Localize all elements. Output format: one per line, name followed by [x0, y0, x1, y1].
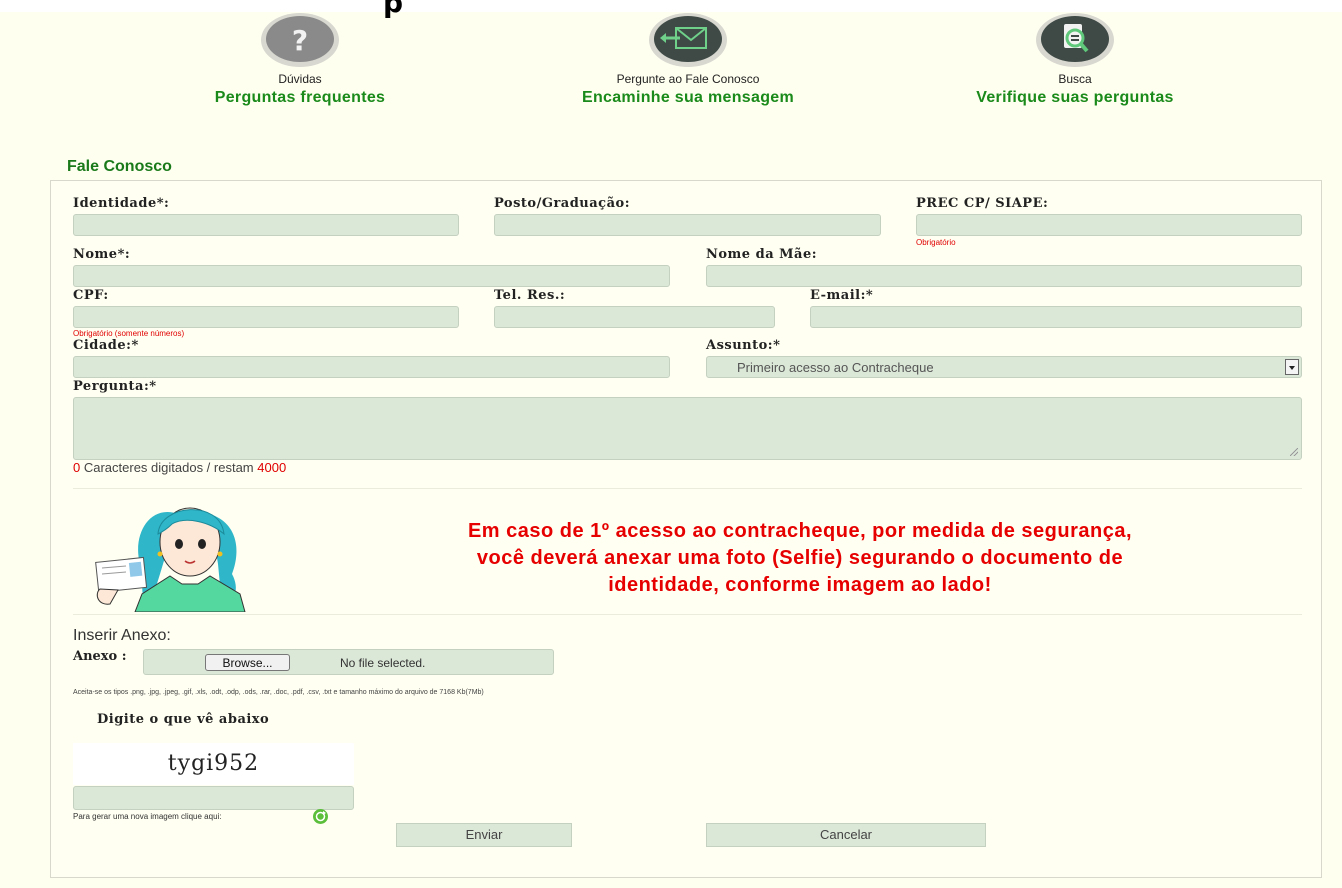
captcha-input[interactable]	[73, 786, 354, 810]
email-field[interactable]	[810, 306, 1302, 328]
card-contact-title: Pergunte ao Fale Conosco	[616, 72, 760, 86]
card-search-link[interactable]: Verifique suas perguntas	[895, 89, 1255, 107]
divider	[73, 614, 1302, 615]
card-faq-link[interactable]: Perguntas frequentes	[120, 89, 480, 107]
accepted-types-note: Aceita-se os tipos .png, .jpg, .jpeg, .g…	[73, 689, 484, 696]
captcha-refresh-text: Para gerar uma nova imagem clique aqui:	[73, 812, 222, 821]
cpf-field[interactable]	[73, 306, 459, 328]
top-strip	[0, 0, 1342, 12]
submit-button[interactable]: Enviar	[396, 823, 572, 847]
captcha-title: Digite o que vê abaixo	[97, 712, 270, 727]
cpf-label: CPF:	[73, 288, 109, 303]
selfie-illustration	[90, 494, 270, 613]
identidade-field[interactable]	[73, 214, 459, 236]
nome-mae-label: Nome da Mãe:	[706, 247, 818, 262]
nome-label: Nome*:	[73, 247, 131, 262]
assunto-label: Assunto:*	[706, 338, 781, 353]
envelope-icon[interactable]	[648, 12, 728, 68]
resize-grip-icon[interactable]	[1290, 448, 1298, 456]
cidade-label: Cidade:*	[73, 338, 139, 353]
tel-field[interactable]	[494, 306, 775, 328]
nome-mae-field[interactable]	[706, 265, 1302, 287]
selfie-warning: Em caso de 1º acesso ao contracheque, po…	[300, 518, 1300, 599]
attachment-label: Anexo :	[73, 649, 127, 664]
file-status: No file selected.	[340, 656, 426, 670]
warning-line-2: você deverá anexar uma foto (Selfie) seg…	[476, 547, 1124, 569]
search-document-icon[interactable]	[1035, 12, 1115, 68]
svg-text:?: ?	[292, 24, 308, 57]
captcha-image: tygi952	[73, 743, 354, 785]
attachment-title: Inserir Anexo:	[73, 627, 171, 644]
shortcut-cards: ? Dúvidas Perguntas frequentes Pergunte …	[0, 12, 1342, 132]
email-label: E-mail:*	[810, 288, 874, 303]
posto-field[interactable]	[494, 214, 881, 236]
assunto-selected-value: Primeiro acesso ao Contracheque	[737, 360, 934, 375]
divider	[73, 488, 1302, 489]
assunto-select[interactable]: Primeiro acesso ao Contracheque	[706, 356, 1302, 378]
tel-label: Tel. Res.:	[494, 288, 566, 303]
warning-line-1: Em caso de 1º acesso ao contracheque, po…	[467, 520, 1133, 542]
question-icon[interactable]: ?	[260, 12, 340, 68]
cancel-button[interactable]: Cancelar	[706, 823, 986, 847]
pergunta-label: Pergunta:*	[73, 379, 157, 394]
cidade-field[interactable]	[73, 356, 670, 378]
prec-field[interactable]	[916, 214, 1302, 236]
char-count-remaining: 4000	[257, 460, 287, 475]
refresh-icon[interactable]	[313, 809, 328, 824]
identidade-label: Identidade*:	[73, 196, 170, 211]
captcha-code: tygi952	[167, 751, 260, 776]
pergunta-textarea[interactable]	[73, 397, 1302, 460]
char-count-text: Caracteres digitados / restam	[80, 460, 258, 475]
chevron-down-icon[interactable]	[1285, 359, 1299, 375]
file-input[interactable]: Browse... No file selected.	[143, 649, 554, 675]
section-title: Fale Conosco	[67, 158, 172, 175]
card-faq-title: Dúvidas	[278, 72, 322, 86]
warning-line-3: identidade, conforme imagem ao lado!	[608, 574, 992, 596]
nome-field[interactable]	[73, 265, 670, 287]
cpf-required-hint: Obrigatório (somente números)	[73, 329, 185, 338]
posto-label: Posto/Graduação:	[494, 196, 630, 211]
card-contact-link[interactable]: Encaminhe sua mensagem	[508, 89, 868, 107]
browse-button[interactable]: Browse...	[205, 654, 290, 671]
char-counter: 0 Caracteres digitados / restam 4000	[73, 460, 286, 475]
card-search-title: Busca	[1058, 72, 1092, 86]
prec-label: PREC CP/ SIAPE:	[916, 196, 1049, 211]
prec-required-hint: Obrigatório	[916, 238, 956, 247]
